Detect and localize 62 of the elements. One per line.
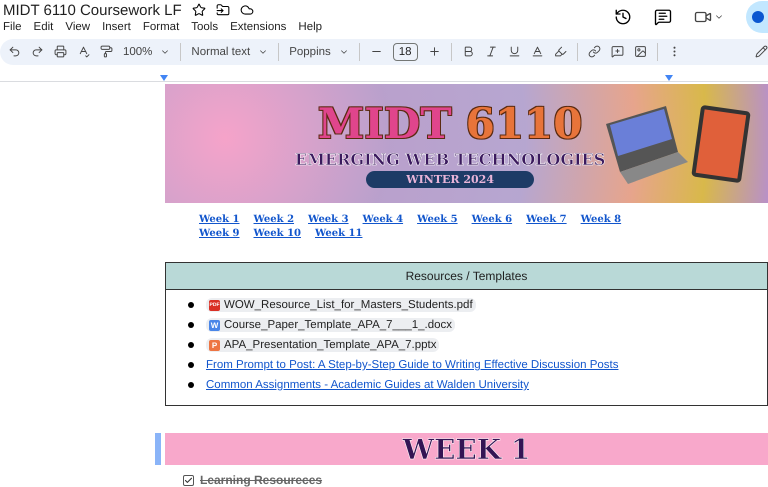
italic-icon[interactable] [484,45,498,58]
banner-term: WINTER 2024 [366,170,534,188]
banner-number: 6110 [466,100,582,148]
menu-item[interactable]: View [65,20,90,33]
week-link[interactable]: Week 9 [199,227,240,241]
week-link[interactable]: Week 2 [254,213,294,227]
print-icon[interactable] [54,45,67,58]
bullet [188,322,194,328]
bullet [188,342,194,348]
banner-title: MIDT [318,100,452,148]
redo-icon[interactable] [31,45,44,58]
bullet [188,382,194,388]
resource-link[interactable]: Common Assignments - Academic Guides at Walden University [206,379,529,391]
link-icon[interactable] [588,45,601,58]
highlighter-icon[interactable] [554,45,567,58]
plus-icon[interactable] [428,45,441,58]
menu-item[interactable]: Extensions [230,20,286,33]
week-link[interactable]: Week 3 [308,213,349,227]
style-dropdown[interactable]: Normal text [191,46,250,58]
star-icon[interactable] [192,3,206,18]
table-header: Resources / Templates [166,263,767,290]
comment-icon[interactable] [654,8,672,26]
menu-item[interactable]: File [3,20,22,33]
resource-link[interactable]: From Prompt to Post: A Step-by-Step Guide to Writing Effective Discussion Posts [206,359,618,371]
file-chip[interactable]: P APA_Presentation_Template_APA_7.pptx [206,338,440,352]
add-comment-icon[interactable] [610,45,624,58]
menu-item[interactable]: Format [142,20,180,33]
menu-item[interactable]: Edit [34,20,54,33]
checkbox[interactable] [183,474,194,486]
file-chip[interactable]: W Course_Paper_Template_APA_7___1_.docx [206,318,456,332]
underline-icon[interactable] [508,45,521,58]
cloud-icon[interactable] [240,3,254,18]
week-link[interactable]: Week 5 [417,213,458,227]
history-icon[interactable] [614,8,632,26]
checklist-item: Learning Resoureces [200,473,322,487]
section-marker [155,433,161,465]
week-link[interactable]: Week 10 [254,227,301,241]
menu-item[interactable]: Tools [191,20,218,33]
font-size-field[interactable]: 18 [392,42,418,61]
folder-icon[interactable] [216,3,230,18]
menu-item[interactable]: Insert [102,20,131,33]
week-link[interactable]: Week 4 [362,213,404,227]
document-title[interactable]: MIDT 6110 Coursework LF [3,2,182,19]
week-heading: WEEK 1 [402,432,530,466]
undo-icon[interactable] [8,45,21,58]
pencil-icon[interactable] [755,45,768,58]
paint-format-icon[interactable] [100,45,113,58]
share-button[interactable] [746,1,768,34]
week-link[interactable]: Week 7 [526,213,567,227]
week-link[interactable]: Week 6 [472,213,512,227]
bullet [188,362,194,368]
text-color-icon[interactable] [530,45,544,58]
spellcheck-icon[interactable] [77,45,90,58]
menu-item[interactable]: Help [298,20,322,33]
week-link[interactable]: Week 8 [580,213,622,227]
bullet [188,302,194,308]
banner-subtitle: EMERGING WEB TECHNOLOGIES [295,150,606,168]
font-dropdown[interactable]: Poppins [289,46,331,58]
week-link[interactable]: Week 1 [199,213,240,227]
zoom-dropdown[interactable]: 100% [123,46,152,58]
week-link[interactable]: Week 11 [314,227,362,241]
image-icon[interactable] [634,45,647,58]
